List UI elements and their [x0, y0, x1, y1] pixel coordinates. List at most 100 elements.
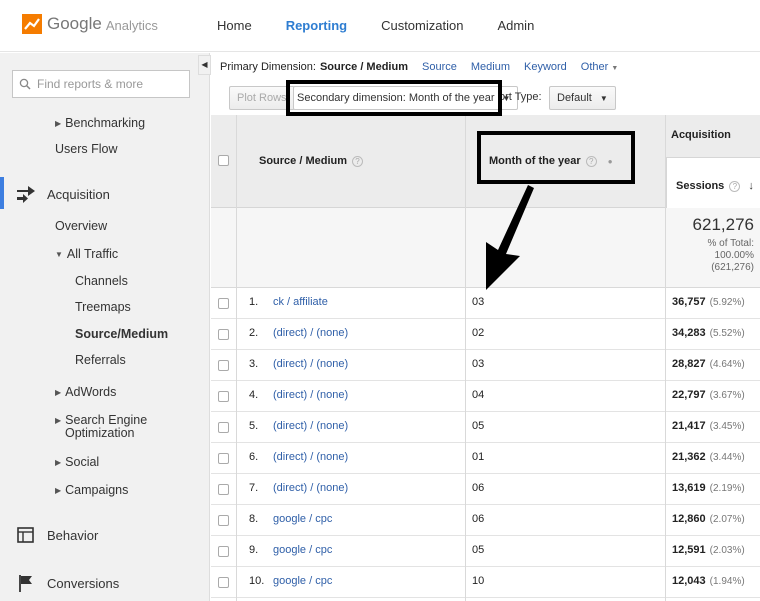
caret-right-icon: ▶ [55, 119, 62, 128]
column-header-source-medium[interactable]: Source / Medium? [259, 155, 364, 167]
sidebar-item-seo-line2[interactable]: Optimization [65, 426, 134, 440]
total-percent-value: 100.00% [714, 250, 754, 261]
sidebar-item-adwords[interactable]: ▶ AdWords [55, 385, 116, 399]
source-medium-link[interactable]: google / cpc [273, 575, 332, 587]
row-checkbox[interactable] [218, 422, 229, 433]
sidebar-item-treemaps[interactable]: Treemaps [75, 300, 131, 314]
sessions-header-cell[interactable]: Sessions? ↓ [666, 157, 760, 208]
sidebar-item-channels[interactable]: Channels [75, 274, 128, 288]
sidebar-section-conversions[interactable]: Conversions [0, 573, 119, 593]
row-index: 1. [249, 296, 259, 308]
caret-right-icon: ▶ [55, 486, 62, 495]
sidebar: Find reports & more ▶ Benchmarking Users … [0, 53, 210, 601]
source-medium-link[interactable]: (direct) / (none) [273, 327, 348, 339]
row-checkbox[interactable] [218, 298, 229, 309]
month-value: 03 [472, 358, 485, 370]
sessions-value: 12,860 [672, 513, 706, 525]
source-medium-link[interactable]: (direct) / (none) [273, 420, 348, 432]
sessions-cell: 22,797 (3.67%) [672, 389, 745, 401]
row-checkbox[interactable] [218, 360, 229, 371]
row-checkbox[interactable] [218, 453, 229, 464]
source-medium-link[interactable]: (direct) / (none) [273, 482, 348, 494]
sessions-value: 13,619 [672, 482, 706, 494]
row-checkbox[interactable] [218, 577, 229, 588]
sidebar-item-social[interactable]: ▶ Social [55, 455, 99, 469]
sidebar-section-label: Conversions [47, 575, 120, 591]
sessions-value: 21,417 [672, 420, 706, 432]
sidebar-item-all-traffic[interactable]: ▼ All Traffic [55, 247, 118, 261]
sessions-cell: 12,591 (2.03%) [672, 544, 745, 556]
sidebar-section-behavior[interactable]: Behavior [0, 525, 98, 545]
sidebar-item-overview[interactable]: Overview [55, 219, 107, 233]
sort-type-label: ort Type: [499, 91, 542, 103]
primary-dimension-bar: Primary Dimension: Source / Medium Sourc… [211, 53, 760, 81]
sessions-value: 12,591 [672, 544, 706, 556]
row-checkbox[interactable] [218, 546, 229, 557]
sessions-value: 22,797 [672, 389, 706, 401]
chevron-down-icon: ▼ [599, 94, 608, 103]
dimension-link-source[interactable]: Source [422, 61, 457, 73]
table-row: 8. google / cpc 06 12,860 (2.07%) [211, 505, 760, 536]
sessions-value: 36,757 [672, 296, 706, 308]
sort-type-dropdown[interactable]: Default ▼ [549, 86, 616, 110]
nav-home[interactable]: Home [200, 0, 269, 52]
search-input[interactable]: Find reports & more [12, 70, 190, 98]
table-row: 7. (direct) / (none) 06 13,619 (2.19%) [211, 474, 760, 505]
acquisition-icon [17, 186, 35, 203]
source-medium-link[interactable]: ck / affiliate [273, 296, 328, 308]
row-index: 6. [249, 451, 259, 463]
column-header-sessions[interactable]: Sessions? ↓ [676, 180, 754, 192]
dimension-link-medium[interactable]: Medium [471, 61, 510, 73]
table-row: 2. (direct) / (none) 02 34,283 (5.52%) [211, 319, 760, 350]
sidebar-item-campaigns[interactable]: ▶ Campaigns [55, 483, 128, 497]
sidebar-item-label: Social [65, 455, 100, 469]
sessions-value: 12,043 [672, 575, 706, 587]
flag-icon [19, 575, 32, 592]
help-icon[interactable]: ? [352, 156, 364, 167]
main-nav: Home Reporting Customization Admin [200, 0, 551, 52]
source-medium-link[interactable]: google / cpc [273, 513, 332, 525]
row-checkbox[interactable] [218, 484, 229, 495]
dimension-link-keyword[interactable]: Keyword [524, 61, 567, 73]
sidebar-item-seo[interactable]: ▶ Search Engine [55, 413, 147, 427]
sessions-cell: 21,417 (3.45%) [672, 420, 745, 432]
select-all-checkbox[interactable] [218, 155, 229, 166]
row-index: 2. [249, 327, 259, 339]
analytics-logo-icon [22, 14, 42, 34]
table-row: 4. (direct) / (none) 04 22,797 (3.67%) [211, 381, 760, 412]
month-value: 06 [472, 513, 485, 525]
top-bar: Google Analytics Home Reporting Customiz… [0, 0, 760, 52]
plot-rows-button[interactable]: Plot Rows [229, 86, 295, 110]
collapse-sidebar-button[interactable]: ◀ [198, 55, 211, 75]
source-medium-link[interactable]: google / cpc [273, 544, 332, 556]
nav-reporting[interactable]: Reporting [269, 0, 364, 52]
dimension-link-other[interactable]: Other ▼ [581, 61, 619, 73]
sessions-cell: 34,283 (5.52%) [672, 327, 745, 339]
sidebar-section-acquisition[interactable]: Acquisition [0, 184, 110, 204]
sessions-cell: 12,043 (1.94%) [672, 575, 745, 587]
nav-customization[interactable]: Customization [364, 0, 480, 52]
month-value: 06 [472, 482, 485, 494]
sidebar-item-users-flow[interactable]: Users Flow [55, 142, 118, 156]
month-value: 01 [472, 451, 485, 463]
caret-right-icon: ▶ [55, 458, 62, 467]
chevron-down-icon: ▼ [611, 65, 619, 72]
source-medium-link[interactable]: (direct) / (none) [273, 358, 348, 370]
google-analytics-logo[interactable]: Google Analytics [22, 14, 158, 34]
source-medium-link[interactable]: (direct) / (none) [273, 451, 348, 463]
row-checkbox[interactable] [218, 515, 229, 526]
month-value: 03 [472, 296, 485, 308]
nav-admin[interactable]: Admin [480, 0, 551, 52]
table-row: 6. (direct) / (none) 01 21,362 (3.44%) [211, 443, 760, 474]
sidebar-item-source-medium[interactable]: Source/Medium [75, 327, 168, 341]
row-checkbox[interactable] [218, 329, 229, 340]
sidebar-item-referrals[interactable]: Referrals [75, 353, 126, 367]
row-checkbox[interactable] [218, 391, 229, 402]
sidebar-item-benchmarking[interactable]: ▶ Benchmarking [55, 116, 145, 130]
sort-desc-arrow-icon[interactable]: ↓ [748, 180, 754, 192]
sessions-percent: (3.44%) [709, 452, 745, 463]
source-medium-link[interactable]: (direct) / (none) [273, 389, 348, 401]
sessions-cell: 13,619 (2.19%) [672, 482, 745, 494]
sessions-percent: (2.19%) [709, 483, 745, 494]
help-icon[interactable]: ? [729, 181, 741, 192]
